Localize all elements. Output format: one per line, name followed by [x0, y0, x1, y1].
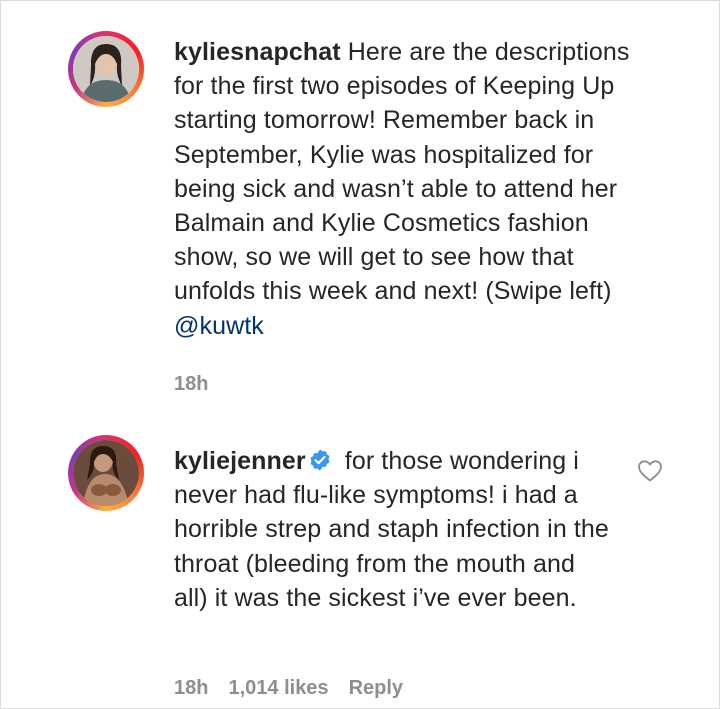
mention-link[interactable]: @kuwtk: [174, 312, 264, 340]
comment-panel: kyliesnapchat Here are the descriptions …: [0, 0, 720, 709]
likes-count[interactable]: 1,014 likes: [228, 677, 328, 699]
comment-timestamp[interactable]: 18h: [174, 677, 208, 699]
story-ring[interactable]: [68, 31, 144, 107]
story-ring[interactable]: [68, 435, 144, 511]
comment-text: kyliejenner for those wondering i never …: [174, 444, 614, 615]
avatar-image: [73, 36, 139, 102]
avatar[interactable]: [73, 36, 139, 102]
comment-body: Here are the descriptions for the first …: [174, 38, 630, 306]
comment-meta: 18h: [174, 373, 228, 396]
comment-username[interactable]: kyliesnapchat: [174, 38, 341, 66]
reply-button[interactable]: Reply: [349, 677, 403, 699]
verified-badge-icon: [310, 449, 330, 471]
comment-text: kyliesnapchat Here are the descriptions …: [174, 35, 654, 343]
comment-timestamp[interactable]: 18h: [174, 373, 208, 395]
avatar[interactable]: [73, 440, 139, 506]
comment-username[interactable]: kyliejenner: [174, 447, 306, 475]
like-heart-icon[interactable]: [637, 459, 663, 483]
avatar-image: [73, 440, 139, 506]
comment-meta: 18h 1,014 likes Reply: [174, 677, 423, 700]
